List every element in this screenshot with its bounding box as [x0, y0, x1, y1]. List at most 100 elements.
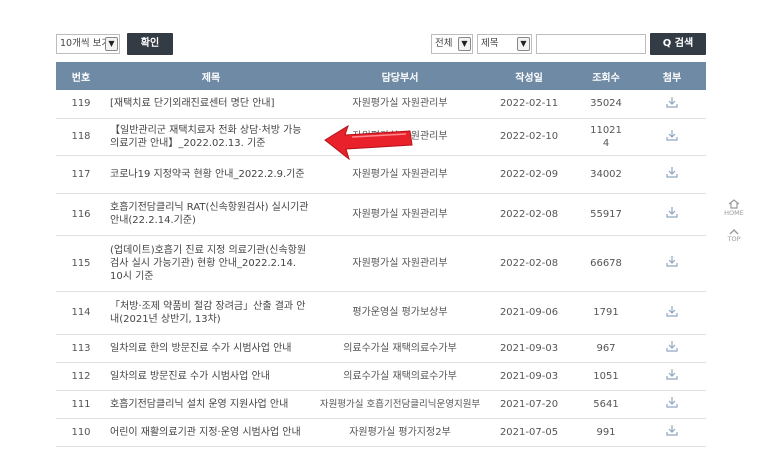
- row-number: 115: [56, 235, 106, 292]
- row-department: 자원평가실 자원관리부: [316, 90, 484, 119]
- row-number: 119: [56, 90, 106, 119]
- table-row[interactable]: 112 일차의료 방문진료 수가 시범사업 안내 의료수가실 재택의료수가부 2…: [56, 362, 706, 391]
- row-number: 117: [56, 155, 106, 194]
- download-icon[interactable]: [666, 368, 678, 380]
- home-label: HOME: [724, 209, 744, 217]
- row-title-link[interactable]: [재택치료 단기외래진료센터 명단 안내]: [106, 90, 316, 119]
- search-button[interactable]: Q 검색: [650, 33, 706, 55]
- header-views: 조회수: [574, 62, 638, 90]
- attachment-cell: [638, 193, 706, 236]
- download-icon[interactable]: [666, 96, 678, 108]
- row-views: 1791: [574, 291, 638, 335]
- confirm-button[interactable]: 확인: [127, 33, 173, 55]
- scope-select[interactable]: 전체 ▼: [431, 34, 473, 54]
- row-views: 5641: [574, 390, 638, 419]
- header-attachment: 첨부: [638, 62, 706, 90]
- search-field-value: 제목: [481, 38, 499, 49]
- table-row[interactable]: 119 [재택치료 단기외래진료센터 명단 안내] 자원평가실 자원관리부 20…: [56, 90, 706, 119]
- row-date: 2022-02-10: [484, 118, 574, 156]
- attachment-cell: [638, 418, 706, 447]
- row-title-link[interactable]: 호흡기전담클리닉 설치 운영 지원사업 안내: [106, 390, 316, 419]
- row-number: 113: [56, 334, 106, 363]
- row-title-link[interactable]: 어린이 재활의료기관 지정·운영 시범사업 안내: [106, 418, 316, 447]
- row-department: 의료수가실 재택의료수가부: [316, 362, 484, 391]
- row-department: 자원평가실 자원관리부: [316, 235, 484, 292]
- row-number: 118: [56, 118, 106, 156]
- download-icon[interactable]: [666, 206, 678, 218]
- attachment-cell: [638, 334, 706, 363]
- header-department: 담당부서: [316, 62, 484, 90]
- chevron-down-icon: ▼: [517, 37, 530, 51]
- row-date: 2022-02-09: [484, 155, 574, 194]
- row-title-link[interactable]: 【일반관리군 재택치료자 전화 상담·처방 가능 의료기관 안내】_2022.0…: [106, 118, 316, 156]
- home-icon: [728, 199, 740, 209]
- download-icon[interactable]: [666, 305, 678, 317]
- header-date: 작성일: [484, 62, 574, 90]
- table-row[interactable]: 110 어린이 재활의료기관 지정·운영 시범사업 안내 자원평가실 평가지정2…: [56, 418, 706, 447]
- row-date: 2022-02-08: [484, 235, 574, 292]
- download-icon[interactable]: [666, 340, 678, 352]
- row-views: 1051: [574, 362, 638, 391]
- row-title-link[interactable]: 코로나19 지정약국 현황 안내_2022.2.9.기준: [106, 155, 316, 194]
- chevron-down-icon: ▼: [458, 37, 471, 51]
- download-icon[interactable]: [666, 424, 678, 436]
- search-field-select[interactable]: 제목 ▼: [477, 34, 532, 54]
- row-department: 자원평가실 호흡기전담클리닉운영지원부: [316, 390, 484, 419]
- row-date: 2021-09-03: [484, 334, 574, 363]
- row-views: 55917: [574, 193, 638, 236]
- row-number: 116: [56, 193, 106, 236]
- attachment-cell: [638, 235, 706, 292]
- row-department: 자원평가실 자원관리부: [316, 193, 484, 236]
- row-views: 967: [574, 334, 638, 363]
- download-icon[interactable]: [666, 255, 678, 267]
- row-date: 2022-02-11: [484, 90, 574, 119]
- attachment-cell: [638, 291, 706, 335]
- attachment-cell: [638, 90, 706, 119]
- table-row[interactable]: 111 호흡기전담클리닉 설치 운영 지원사업 안내 자원평가실 호흡기전담클리…: [56, 390, 706, 419]
- top-label: TOP: [727, 235, 741, 243]
- search-input[interactable]: [536, 34, 646, 54]
- chevron-down-icon: ▼: [105, 37, 118, 51]
- table-row[interactable]: 115 (업데이트)호흡기 진료 지정 의료기관(신속항원검사 실시 가능기관)…: [56, 235, 706, 292]
- attachment-cell: [638, 362, 706, 391]
- row-views: 991: [574, 418, 638, 447]
- row-date: 2021-07-05: [484, 418, 574, 447]
- row-department: 의료수가실 재택의료수가부: [316, 334, 484, 363]
- row-date: 2021-09-06: [484, 291, 574, 335]
- attachment-cell: [638, 155, 706, 194]
- download-icon[interactable]: [666, 166, 678, 178]
- row-title-link[interactable]: 「처방·조제 약품비 절감 장려금」산출 결과 안내(2021년 상반기, 13…: [106, 291, 316, 335]
- chevron-up-icon: [729, 229, 739, 235]
- row-department: 자원평가실 평가지정2부: [316, 418, 484, 447]
- home-button[interactable]: HOME: [723, 199, 745, 217]
- header-title: 제목: [106, 62, 316, 90]
- row-views: 66678: [574, 235, 638, 292]
- row-date: 2021-09-03: [484, 362, 574, 391]
- attachment-cell: [638, 118, 706, 156]
- row-number: 114: [56, 291, 106, 335]
- row-department: 평가운영실 평가보상부: [316, 291, 484, 335]
- row-title-link[interactable]: 일차의료 한의 방문진료 수가 시범사업 안내: [106, 334, 316, 363]
- per-page-select[interactable]: 10개씩 보기 ▼: [56, 34, 120, 54]
- table-header-row: 번호 제목 담당부서 작성일 조회수 첨부: [56, 62, 706, 90]
- row-number: 110: [56, 418, 106, 447]
- table-row[interactable]: 116 호흡기전담클리닉 RAT(신속항원검사) 실시기관 안내(22.2.14…: [56, 193, 706, 236]
- attachment-cell: [638, 390, 706, 419]
- notice-board-table: 번호 제목 담당부서 작성일 조회수 첨부 119 [재택치료 단기외래진료센터…: [56, 62, 706, 447]
- header-number: 번호: [56, 62, 106, 90]
- row-date: 2022-02-08: [484, 193, 574, 236]
- row-title-link[interactable]: (업데이트)호흡기 진료 지정 의료기관(신속항원검사 실시 가능기관) 현황 …: [106, 235, 316, 292]
- table-row[interactable]: 114 「처방·조제 약품비 절감 장려금」산출 결과 안내(2021년 상반기…: [56, 291, 706, 335]
- download-icon[interactable]: [666, 396, 678, 408]
- board-toolbar: 10개씩 보기 ▼ 확인 전체 ▼ 제목 ▼ Q 검색: [56, 33, 706, 55]
- row-views: 34002: [574, 155, 638, 194]
- download-icon[interactable]: [666, 129, 678, 141]
- table-row[interactable]: 113 일차의료 한의 방문진료 수가 시범사업 안내 의료수가실 재택의료수가…: [56, 334, 706, 363]
- row-number: 112: [56, 362, 106, 391]
- row-title-link[interactable]: 일차의료 방문진료 수가 시범사업 안내: [106, 362, 316, 391]
- top-button[interactable]: TOP: [723, 228, 745, 243]
- red-arrow-icon: [324, 124, 413, 161]
- row-views: 11021 4: [574, 118, 638, 156]
- row-views: 35024: [574, 90, 638, 119]
- row-title-link[interactable]: 호흡기전담클리닉 RAT(신속항원검사) 실시기관 안내(22.2.14.기준): [106, 193, 316, 236]
